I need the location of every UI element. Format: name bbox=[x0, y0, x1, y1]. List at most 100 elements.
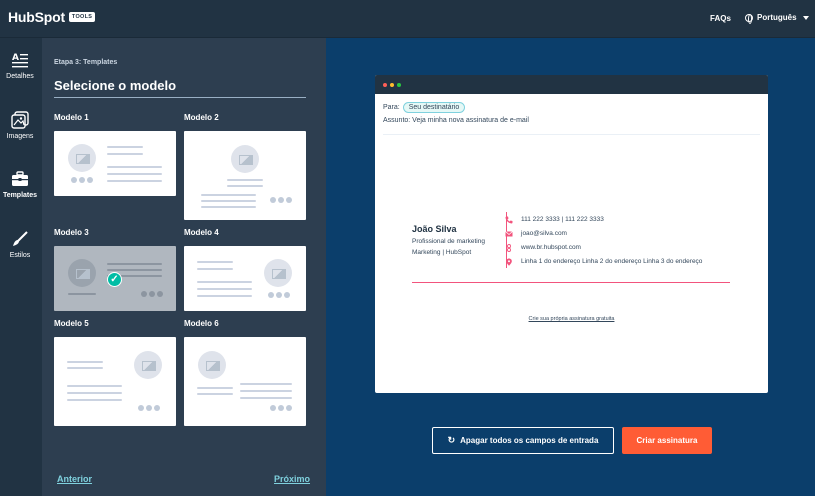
template-card-6[interactable] bbox=[184, 337, 306, 426]
placeholder-line bbox=[107, 180, 162, 182]
social-dots bbox=[138, 405, 160, 411]
signature-name: João Silva bbox=[412, 224, 457, 234]
briefcase-icon bbox=[12, 171, 28, 186]
subject-line: Assunto: Veja minha nova assinatura de e… bbox=[383, 117, 529, 124]
social-dots bbox=[270, 405, 292, 411]
preview-area: Para: Seu destinatário Assunto: Veja min… bbox=[326, 38, 815, 496]
placeholder-line bbox=[107, 263, 162, 265]
create-signature-button[interactable]: Criar assinatura bbox=[622, 427, 712, 454]
refresh-icon: ↻ bbox=[447, 435, 456, 445]
placeholder-line bbox=[240, 383, 292, 385]
tools-badge: TOOLS bbox=[68, 12, 96, 22]
link-icon bbox=[507, 244, 511, 252]
free-signature-link[interactable]: Crie sua própria assinatura gratuita bbox=[375, 316, 768, 322]
placeholder-line bbox=[227, 185, 263, 187]
placeholder-line bbox=[67, 367, 103, 369]
placeholder-line bbox=[197, 268, 233, 270]
previous-link[interactable]: Anterior bbox=[57, 474, 92, 484]
to-label: Para: bbox=[383, 104, 400, 111]
placeholder-line bbox=[227, 179, 263, 181]
placeholder-line bbox=[201, 200, 256, 202]
image-placeholder-icon bbox=[198, 351, 226, 379]
sidebar-item-detalhes[interactable]: A Detalhes bbox=[0, 51, 40, 80]
divider bbox=[54, 97, 306, 98]
sidebar-item-imagens[interactable]: Imagens bbox=[0, 111, 40, 140]
clear-fields-button[interactable]: ↻ Apagar todos os campos de entrada bbox=[432, 427, 614, 454]
phone-text: 111 222 3333 | 111 222 3333 bbox=[521, 216, 604, 223]
signature-address: Linha 1 do endereço Linha 2 do endereço … bbox=[506, 258, 703, 266]
template-label: Modelo 1 bbox=[54, 113, 89, 122]
maximize-dot-icon bbox=[397, 83, 401, 87]
svg-text:A: A bbox=[12, 53, 19, 63]
brush-icon bbox=[13, 231, 28, 246]
image-icon bbox=[11, 111, 29, 129]
sidebar-item-templates[interactable]: Templates bbox=[0, 170, 40, 199]
language-selector[interactable]: Português bbox=[745, 13, 809, 24]
sidebar-item-label: Estilos bbox=[9, 252, 31, 259]
signature-email: joao@silva.com bbox=[505, 230, 567, 237]
placeholder-line bbox=[240, 390, 292, 392]
page-title: Selecione o modelo bbox=[54, 78, 177, 93]
text-align-icon: A bbox=[12, 53, 28, 68]
sidebar-item-label: Imagens bbox=[6, 133, 34, 140]
template-card-4[interactable] bbox=[184, 246, 306, 311]
chevron-down-icon bbox=[802, 15, 809, 20]
template-label: Modelo 6 bbox=[184, 319, 219, 328]
minimize-dot-icon bbox=[390, 83, 394, 87]
template-card-1[interactable] bbox=[54, 131, 176, 196]
recipient-pill: Seu destinatário bbox=[402, 102, 466, 113]
placeholder-line bbox=[197, 288, 252, 290]
placeholder-line bbox=[68, 293, 96, 295]
placeholder-line bbox=[201, 206, 256, 208]
template-label: Modelo 2 bbox=[184, 113, 219, 122]
placeholder-line bbox=[107, 146, 143, 148]
signature-website: www.br.hubspot.com bbox=[507, 244, 581, 252]
signature-phone: 111 222 3333 | 111 222 3333 bbox=[505, 216, 604, 224]
placeholder-line bbox=[197, 387, 233, 389]
placeholder-line bbox=[67, 392, 122, 394]
template-label: Modelo 3 bbox=[54, 228, 89, 237]
placeholder-line bbox=[67, 385, 122, 387]
template-card-2[interactable] bbox=[184, 131, 306, 220]
clear-fields-label: Apagar todos os campos de entrada bbox=[460, 436, 599, 445]
placeholder-line bbox=[107, 166, 162, 168]
image-placeholder-icon bbox=[134, 351, 162, 379]
template-card-3[interactable]: ✓ bbox=[54, 246, 176, 311]
close-dot-icon bbox=[383, 83, 387, 87]
address-text: Linha 1 do endereço Linha 2 do endereço … bbox=[521, 258, 703, 265]
sidebar-item-label: Detalhes bbox=[6, 73, 34, 80]
placeholder-line bbox=[197, 393, 233, 395]
image-placeholder-icon bbox=[231, 145, 259, 173]
image-placeholder-icon bbox=[68, 144, 96, 172]
email-text: joao@silva.com bbox=[521, 230, 567, 237]
signature-bottom-divider bbox=[412, 282, 730, 283]
phone-icon bbox=[505, 216, 513, 224]
sidebar-item-estilos[interactable]: Estilos bbox=[0, 230, 40, 259]
logo-text: HubSpot bbox=[8, 9, 65, 25]
mail-icon bbox=[505, 231, 513, 237]
image-placeholder-icon bbox=[68, 259, 96, 287]
signature-company: Marketing | HubSpot bbox=[412, 249, 472, 256]
faqs-link[interactable]: FAQs bbox=[710, 14, 731, 23]
template-card-5[interactable] bbox=[54, 337, 176, 426]
social-dots bbox=[71, 177, 93, 183]
placeholder-line bbox=[197, 295, 252, 297]
hubspot-logo[interactable]: HubSpot TOOLS bbox=[8, 9, 96, 25]
language-label: Português bbox=[757, 13, 797, 22]
placeholder-line bbox=[197, 281, 252, 283]
website-text: www.br.hubspot.com bbox=[521, 244, 581, 251]
placeholder-line bbox=[67, 361, 103, 363]
template-label: Modelo 4 bbox=[184, 228, 219, 237]
email-header: Para: Seu destinatário Assunto: Veja min… bbox=[383, 102, 529, 124]
placeholder-line bbox=[67, 399, 122, 401]
template-label: Modelo 5 bbox=[54, 319, 89, 328]
globe-icon bbox=[745, 13, 753, 24]
top-bar: HubSpot TOOLS FAQs Português bbox=[0, 0, 815, 38]
email-preview-window: Para: Seu destinatário Assunto: Veja min… bbox=[375, 75, 768, 393]
placeholder-line bbox=[107, 269, 162, 271]
placeholder-line bbox=[107, 173, 162, 175]
social-dots bbox=[141, 291, 163, 297]
next-link[interactable]: Próximo bbox=[274, 474, 310, 484]
social-dots bbox=[268, 292, 290, 298]
signature-title: Profissional de marketing bbox=[412, 238, 485, 245]
